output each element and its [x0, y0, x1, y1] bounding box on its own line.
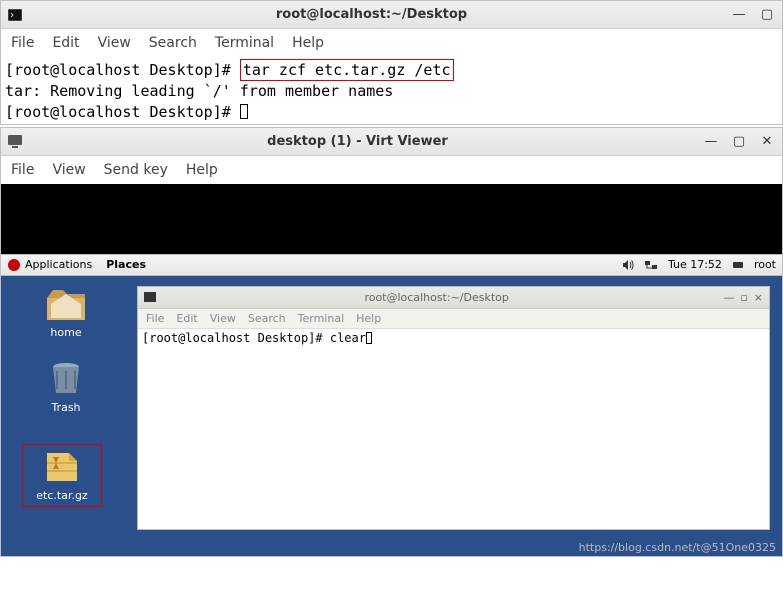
- term-line-3: [root@localhost Desktop]#: [5, 102, 778, 122]
- trash-icon: [45, 361, 87, 397]
- clock[interactable]: Tue 17:52: [668, 258, 722, 271]
- menu-edit[interactable]: Edit: [176, 312, 197, 325]
- menu-view[interactable]: View: [210, 312, 236, 325]
- gnome-desktop[interactable]: home Trash etc.tar.gz: [1, 276, 782, 556]
- virt-window-title: desktop (1) - Virt Viewer: [23, 134, 692, 149]
- user-menu[interactable]: root: [754, 258, 776, 271]
- menu-sendkey[interactable]: Send key: [104, 162, 168, 178]
- desktop-icon-home[interactable]: home: [26, 286, 106, 339]
- watermark: https://blog.csdn.net/t@51One0325: [579, 541, 776, 554]
- icon-label: etc.tar.gz: [23, 489, 101, 502]
- outer-terminal-window: root@localhost:~/Desktop — ▢ File Edit V…: [0, 0, 783, 125]
- terminal-icon: [144, 291, 156, 303]
- menu-view[interactable]: View: [98, 35, 131, 51]
- inner-window-title: root@localhost:~/Desktop: [156, 291, 717, 304]
- menu-file[interactable]: File: [146, 312, 164, 325]
- virt-viewer-icon: [7, 133, 23, 149]
- archive-icon: [41, 449, 83, 485]
- menu-file[interactable]: File: [11, 35, 34, 51]
- minimize-button[interactable]: —: [730, 6, 748, 24]
- maximize-button[interactable]: ▢: [730, 132, 748, 150]
- desktop-icon-archive[interactable]: etc.tar.gz: [22, 444, 102, 507]
- redhat-icon: [7, 258, 21, 272]
- term-line-2: tar: Removing leading `/' from member na…: [5, 81, 778, 101]
- vm-display: Applications Places Tue 17:52 root: [1, 184, 782, 556]
- menu-terminal[interactable]: Terminal: [298, 312, 345, 325]
- menu-terminal[interactable]: Terminal: [215, 35, 274, 51]
- virt-menubar: File View Send key Help: [1, 156, 782, 184]
- prompt: [root@localhost Desktop]#: [5, 61, 240, 79]
- keyboard-indicator-icon[interactable]: [732, 259, 744, 271]
- gnome-topbar: Applications Places Tue 17:52 root: [1, 254, 782, 276]
- inner-terminal-window: root@localhost:~/Desktop — ▫ × File Edit…: [137, 286, 770, 530]
- virt-titlebar: desktop (1) - Virt Viewer — ▢ ✕: [1, 128, 782, 156]
- menu-file[interactable]: File: [11, 162, 34, 178]
- minimize-button[interactable]: —: [702, 132, 720, 150]
- menu-view[interactable]: View: [52, 162, 85, 178]
- desktop-icon-trash[interactable]: Trash: [26, 361, 106, 414]
- maximize-button[interactable]: ▫: [740, 291, 747, 304]
- prompt: [root@localhost Desktop]#: [5, 103, 240, 121]
- places-menu[interactable]: Places: [106, 258, 146, 271]
- menu-edit[interactable]: Edit: [52, 35, 79, 51]
- outer-window-title: root@localhost:~/Desktop: [23, 7, 720, 22]
- outer-titlebar: root@localhost:~/Desktop — ▢: [1, 1, 782, 29]
- vm-black-area: [1, 184, 782, 254]
- virt-viewer-window: desktop (1) - Virt Viewer — ▢ ✕ File Vie…: [0, 127, 783, 557]
- highlighted-command: tar zcf etc.tar.gz /etc: [240, 59, 454, 81]
- cursor-icon: [366, 332, 372, 344]
- close-button[interactable]: ×: [754, 291, 763, 304]
- network-icon[interactable]: [644, 259, 658, 271]
- outer-menubar: File Edit View Search Terminal Help: [1, 29, 782, 57]
- menu-help[interactable]: Help: [292, 35, 324, 51]
- inner-terminal-body[interactable]: [root@localhost Desktop]# clear: [138, 329, 769, 529]
- prompt: [root@localhost Desktop]#: [142, 331, 330, 345]
- icon-label: Trash: [26, 401, 106, 414]
- volume-icon[interactable]: [622, 259, 634, 271]
- maximize-button[interactable]: ▢: [758, 6, 776, 24]
- menu-search[interactable]: Search: [248, 312, 286, 325]
- applications-menu[interactable]: Applications: [25, 258, 92, 271]
- cursor-icon: [240, 104, 248, 119]
- outer-terminal-body[interactable]: [root@localhost Desktop]# tar zcf etc.ta…: [1, 57, 782, 124]
- close-button[interactable]: ✕: [758, 132, 776, 150]
- command: clear: [330, 331, 366, 345]
- term-line-1: [root@localhost Desktop]# tar zcf etc.ta…: [5, 59, 778, 81]
- menu-search[interactable]: Search: [149, 35, 197, 51]
- terminal-icon: [7, 7, 23, 23]
- menu-help[interactable]: Help: [356, 312, 381, 325]
- inner-titlebar: root@localhost:~/Desktop — ▫ ×: [138, 287, 769, 309]
- icon-label: home: [26, 326, 106, 339]
- inner-menubar: File Edit View Search Terminal Help: [138, 309, 769, 329]
- minimize-button[interactable]: —: [723, 291, 734, 304]
- menu-help[interactable]: Help: [186, 162, 218, 178]
- folder-home-icon: [45, 286, 87, 322]
